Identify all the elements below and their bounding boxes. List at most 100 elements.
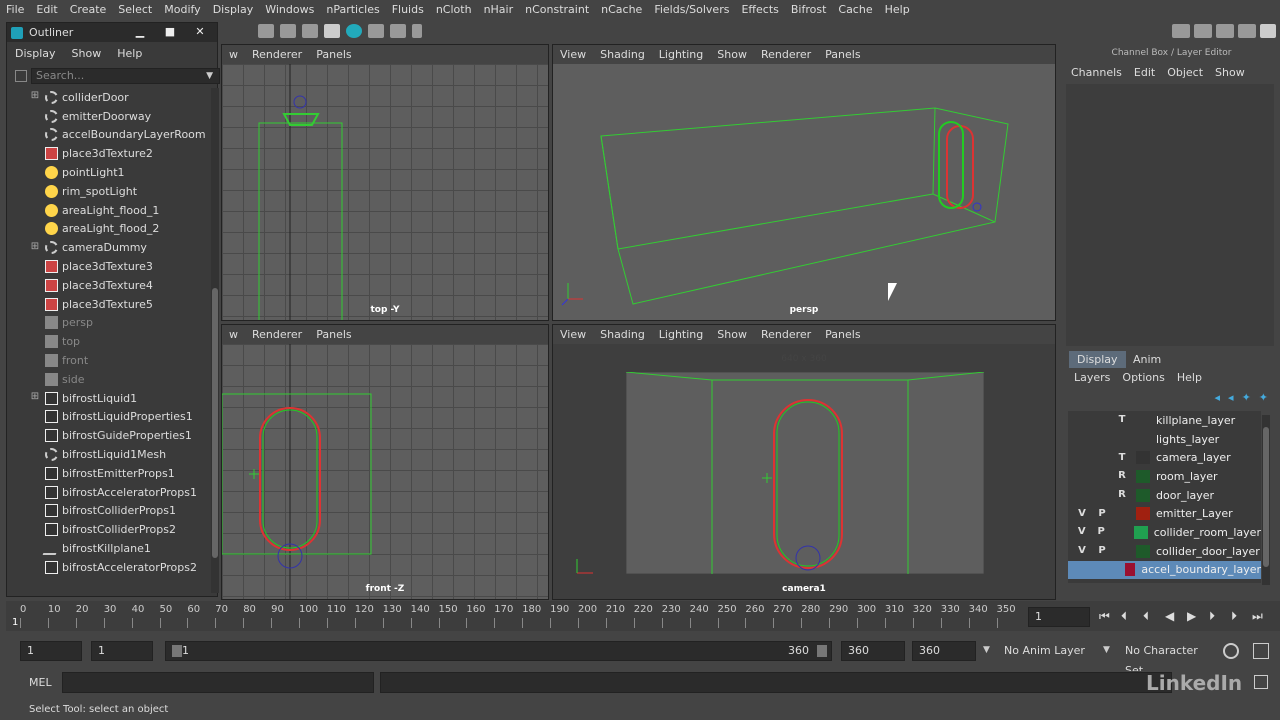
viewport-front[interactable]: w Renderer Panels front -Z: [221, 324, 549, 600]
layer-row[interactable]: lights_layer: [1068, 430, 1261, 449]
script-editor-icon[interactable]: [1254, 675, 1268, 689]
vp-cam-menu-shading[interactable]: Shading: [600, 328, 645, 341]
viewport-top[interactable]: w Renderer Panels top -Y: [221, 44, 549, 321]
render-setup-icon[interactable]: [368, 24, 384, 38]
vp-cam-menu-lighting[interactable]: Lighting: [659, 328, 703, 341]
outliner-item[interactable]: accelBoundaryLayerRoom: [7, 126, 207, 145]
outliner-item[interactable]: bifrostColliderProps2: [7, 520, 207, 539]
menu-modify[interactable]: Modify: [164, 3, 200, 16]
ipr-render-icon[interactable]: [280, 24, 296, 38]
search-dropdown-icon[interactable]: ▼: [206, 71, 213, 81]
outliner-item[interactable]: bifrostLiquidProperties1: [7, 408, 207, 427]
visibility-toggle[interactable]: [1074, 432, 1090, 446]
layer-row[interactable]: accel_boundary_layer: [1068, 560, 1261, 580]
step-back-frame-icon[interactable]: ⏴: [1143, 609, 1149, 624]
character-set-select[interactable]: No Character Set: [1119, 641, 1219, 677]
outliner-item[interactable]: bifrostColliderProps1: [7, 502, 207, 521]
menu-file[interactable]: File: [6, 3, 24, 16]
display-type-toggle[interactable]: [1114, 432, 1130, 446]
vp-front-menu-panels[interactable]: Panels: [316, 328, 351, 341]
playback-toggle[interactable]: [1094, 451, 1110, 465]
visibility-toggle[interactable]: [1074, 563, 1086, 577]
layer-color-swatch[interactable]: [1136, 413, 1150, 427]
play-forwards-icon[interactable]: ▶: [1187, 609, 1196, 623]
step-forward-key-icon[interactable]: ⏵: [1231, 609, 1237, 624]
menu-select[interactable]: Select: [118, 3, 152, 16]
tool-settings-icon[interactable]: [1216, 24, 1234, 38]
menu-nhair[interactable]: nHair: [484, 3, 514, 16]
display-type-toggle[interactable]: [1113, 525, 1128, 539]
go-to-end-icon[interactable]: ⏭: [1252, 609, 1263, 624]
outliner-menu-show[interactable]: Show: [72, 47, 102, 60]
display-type-toggle[interactable]: R: [1114, 488, 1130, 502]
new-layer-icon[interactable]: ✦: [1242, 391, 1251, 404]
vp-persp-menu-renderer[interactable]: Renderer: [761, 48, 811, 61]
playback-toggle[interactable]: [1094, 413, 1110, 427]
outliner-item[interactable]: bifrostLiquid1Mesh: [7, 445, 207, 464]
outliner-item[interactable]: ⊞ cameraDummy: [7, 238, 207, 257]
attribute-editor-icon[interactable]: [1238, 24, 1256, 38]
menu-fields-solvers[interactable]: Fields/Solvers: [654, 3, 729, 16]
outliner-item[interactable]: place3dTexture3: [7, 257, 207, 276]
outliner-item[interactable]: bifrostKillplane1: [7, 539, 207, 558]
outliner-item[interactable]: areaLight_flood_1: [7, 201, 207, 220]
render-frame-icon[interactable]: [258, 24, 274, 38]
visibility-toggle[interactable]: V: [1074, 544, 1090, 558]
layer-row[interactable]: V Pcollider_door_layer: [1068, 542, 1261, 561]
layer-color-swatch[interactable]: [1136, 488, 1150, 502]
menu-fluids[interactable]: Fluids: [392, 3, 424, 16]
outliner-item[interactable]: ⊞ bifrostLiquid1: [7, 389, 207, 408]
layer-row[interactable]: Tkillplane_layer: [1068, 411, 1261, 430]
visibility-toggle[interactable]: [1074, 451, 1090, 465]
outliner-item[interactable]: bifrostGuideProperties1: [7, 426, 207, 445]
layer-color-swatch[interactable]: [1136, 432, 1150, 446]
layer-menu-layers[interactable]: Layers: [1074, 371, 1110, 384]
hypershade-icon[interactable]: [346, 24, 362, 38]
vp-cam-menu-view[interactable]: View: [560, 328, 586, 341]
search-input[interactable]: Search...: [31, 67, 221, 84]
playback-toggle[interactable]: [1090, 563, 1102, 577]
outliner-item[interactable]: rim_spotLight: [7, 182, 207, 201]
outliner-item[interactable]: side: [7, 370, 207, 389]
menu-bifrost[interactable]: Bifrost: [791, 3, 827, 16]
expand-icon[interactable]: ⊞: [29, 392, 41, 404]
maximize-icon[interactable]: ■: [163, 26, 177, 38]
expand-icon[interactable]: ⊞: [29, 91, 41, 103]
outliner-item[interactable]: persp: [7, 314, 207, 333]
visibility-toggle[interactable]: [1074, 413, 1090, 427]
vp-front-menu-renderer[interactable]: Renderer: [252, 328, 302, 341]
auto-key-icon[interactable]: [1223, 643, 1239, 659]
light-editor-icon[interactable]: [390, 24, 406, 38]
display-type-toggle[interactable]: [1114, 507, 1130, 521]
pause-icon[interactable]: [412, 24, 422, 38]
layer-color-swatch[interactable]: [1136, 469, 1150, 483]
vp-persp-menu-lighting[interactable]: Lighting: [659, 48, 703, 61]
time-slider[interactable]: 0 10 20 30 40 50 60 70 80 90 100 110 120 130 140 150 160…: [6, 601, 1022, 631]
vp-top-menu-renderer[interactable]: Renderer: [252, 48, 302, 61]
vp-persp-menu-panels[interactable]: Panels: [825, 48, 860, 61]
display-type-toggle[interactable]: [1106, 563, 1118, 577]
outliner-item[interactable]: top: [7, 332, 207, 351]
layer-color-swatch[interactable]: [1136, 544, 1150, 558]
range-start-handle[interactable]: [172, 645, 182, 657]
outliner-menu-display[interactable]: Display: [15, 47, 56, 60]
command-input[interactable]: [62, 672, 374, 693]
layer-color-swatch[interactable]: [1134, 525, 1148, 539]
playback-toggle[interactable]: P: [1094, 507, 1110, 521]
menu-edit[interactable]: Edit: [36, 3, 57, 16]
character-set-dropdown-icon[interactable]: ▼: [1103, 645, 1110, 655]
layer-row[interactable]: V Pcollider_room_layer: [1068, 523, 1261, 542]
outliner-scrollbar[interactable]: [211, 88, 219, 593]
viewport-persp[interactable]: View Shading Lighting Show Renderer Pane…: [552, 44, 1056, 321]
layer-color-swatch[interactable]: [1136, 451, 1150, 465]
visibility-toggle[interactable]: [1074, 469, 1090, 483]
menu-display[interactable]: Display: [213, 3, 254, 16]
range-end-handle[interactable]: [817, 645, 827, 657]
visibility-toggle[interactable]: V: [1074, 507, 1090, 521]
layer-scrollbar[interactable]: [1262, 415, 1270, 585]
channel-menu-object[interactable]: Object: [1167, 66, 1203, 79]
filter-icon[interactable]: [15, 69, 27, 82]
move-layer-down-icon[interactable]: ◂: [1228, 391, 1234, 404]
layer-row[interactable]: Rroom_layer: [1068, 467, 1261, 486]
playback-toggle[interactable]: [1094, 432, 1110, 446]
